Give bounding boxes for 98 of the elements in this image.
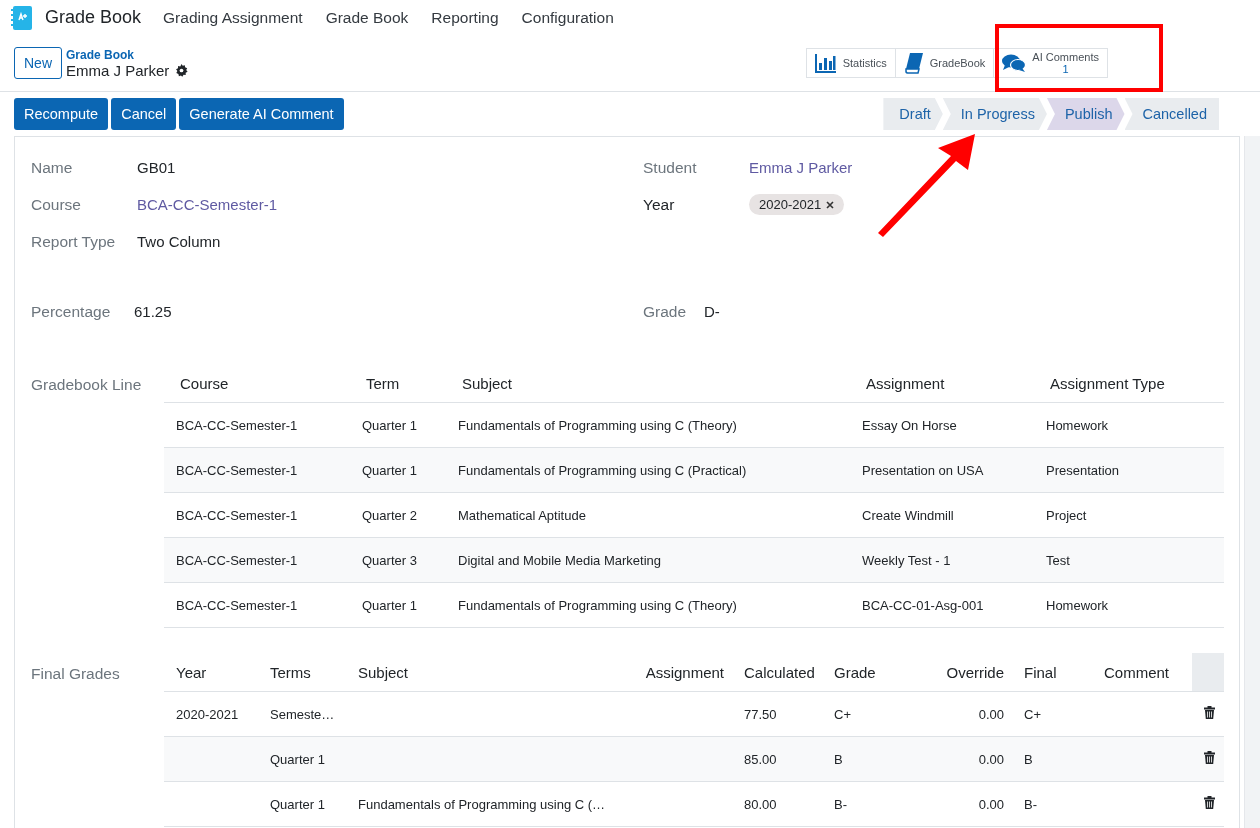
- table-cell: Semeste…: [258, 691, 346, 737]
- table-cell: Presentation: [1034, 447, 1224, 493]
- column-header[interactable]: Assignment Type: [1034, 364, 1224, 403]
- table-cell: Quarter 1: [350, 447, 446, 493]
- scrollbar[interactable]: [1244, 136, 1260, 828]
- menu-item[interactable]: Reporting: [431, 8, 499, 27]
- column-header[interactable]: Subject: [446, 364, 850, 403]
- field-value: GB01: [137, 159, 176, 176]
- table-cell: Homework: [1034, 402, 1224, 448]
- table-cell: 0.00: [922, 736, 1012, 782]
- table-cell: Fundamentals of Programming using C (…: [346, 781, 632, 827]
- table-cell: Test: [1034, 537, 1224, 583]
- column-header[interactable]: Subject: [346, 653, 632, 692]
- table-cell: Homework: [1034, 582, 1224, 628]
- field-link[interactable]: BCA-CC-Semester-1: [137, 196, 278, 213]
- table-cell: 85.00: [732, 736, 822, 782]
- table-cell: BCA-CC-01-Asg-001: [850, 582, 1034, 628]
- table-cell: C+: [822, 691, 922, 737]
- column-header[interactable]: Assignment: [632, 653, 732, 692]
- table-cell: B: [822, 736, 922, 782]
- column-header[interactable]: Assignment: [850, 364, 1034, 403]
- table-cell: Essay On Horse: [850, 402, 1034, 448]
- table-cell: Quarter 1: [258, 781, 346, 827]
- column-header[interactable]: Final: [1012, 653, 1092, 692]
- status-stage[interactable]: Publish: [1046, 98, 1125, 130]
- column-header[interactable]: Terms: [258, 653, 346, 692]
- field-value: 61.25: [134, 303, 172, 320]
- table-cell: 77.50: [732, 691, 822, 737]
- smart-button[interactable]: GradeBook: [894, 48, 995, 78]
- table-cell: Fundamentals of Programming using C (Theory): [446, 402, 850, 448]
- table-cell: BCA-CC-Semester-1: [164, 447, 350, 493]
- table-cell: 2020-2021: [164, 691, 258, 737]
- status-stage[interactable]: Draft: [883, 98, 943, 130]
- table-cell: Quarter 1: [350, 582, 446, 628]
- field-label: Name: [31, 158, 74, 177]
- field-value: Two Column: [137, 233, 221, 250]
- remove-icon[interactable]: [826, 200, 835, 209]
- menu-item[interactable]: Configuration: [521, 8, 614, 27]
- field-label: Report Type: [31, 232, 117, 251]
- table-cell: BCA-CC-Semester-1: [164, 582, 350, 628]
- field-label: Course: [31, 195, 82, 214]
- field-label: Grade: [643, 302, 688, 321]
- table-cell: Weekly Test - 1: [850, 537, 1034, 583]
- status-stage[interactable]: Cancelled: [1124, 98, 1219, 130]
- table-cell: Fundamentals of Programming using C (Practical): [446, 447, 850, 493]
- trash-icon[interactable]: [1204, 706, 1215, 719]
- field-label: Percentage: [31, 302, 112, 321]
- smart-button[interactable]: Statistics: [805, 48, 896, 78]
- table-cell: Create Windmill: [850, 492, 1034, 538]
- column-header[interactable]: Calculated: [732, 653, 822, 692]
- column-header[interactable]: Term: [350, 364, 446, 403]
- bar-chart-icon: [814, 53, 837, 73]
- field-label: Year: [643, 195, 676, 214]
- table-cell: Quarter 1: [350, 402, 446, 448]
- column-header[interactable]: Course: [164, 364, 350, 403]
- menu-item[interactable]: Grade Book: [325, 8, 409, 27]
- table-cell: B: [1012, 736, 1092, 782]
- breadcrumb-link[interactable]: Grade Book: [66, 47, 189, 62]
- table-cell: BCA-CC-Semester-1: [164, 537, 350, 583]
- table-cell: B-: [1012, 781, 1092, 827]
- app-title[interactable]: Grade Book: [45, 7, 142, 28]
- table-cell: Fundamentals of Programming using C (Theory): [446, 582, 850, 628]
- field-link[interactable]: Emma J Parker: [749, 159, 853, 176]
- table-cell: Presentation on USA: [850, 447, 1034, 493]
- table-cell: Quarter 3: [350, 537, 446, 583]
- book-icon: [903, 52, 924, 74]
- trash-icon[interactable]: [1204, 751, 1215, 764]
- settings-icon[interactable]: [175, 63, 189, 77]
- field-label: Student: [643, 158, 698, 177]
- action-button[interactable]: Cancel: [111, 98, 177, 130]
- table-cell: C+: [1012, 691, 1092, 737]
- menu-item[interactable]: Grading Assignment: [163, 8, 303, 27]
- table-cell: Quarter 1: [258, 736, 346, 782]
- table-cell: Mathematical Aptitude: [446, 492, 850, 538]
- table-cell: 0.00: [922, 781, 1012, 827]
- action-button[interactable]: Generate AI Comment: [179, 98, 344, 130]
- column-header[interactable]: Grade: [822, 653, 922, 692]
- new-button[interactable]: New: [14, 47, 62, 79]
- smart-button[interactable]: AI Comments 1: [993, 48, 1108, 78]
- action-button[interactable]: Recompute: [14, 98, 109, 130]
- field-value: D-: [704, 303, 720, 320]
- table-cell: Digital and Mobile Media Marketing: [446, 537, 850, 583]
- chat-bubbles-icon: [1002, 53, 1027, 73]
- table-cell: BCA-CC-Semester-1: [164, 492, 350, 538]
- column-header[interactable]: Year: [164, 653, 258, 692]
- table-cell: BCA-CC-Semester-1: [164, 402, 350, 448]
- section-label: Gradebook Line: [31, 375, 143, 395]
- column-header[interactable]: Override: [922, 653, 1012, 692]
- status-stage[interactable]: In Progress: [942, 98, 1047, 130]
- record-title: Emma J Parker: [66, 61, 170, 79]
- section-label: Final Grades: [31, 664, 121, 684]
- trash-icon[interactable]: [1204, 796, 1215, 809]
- table-cell: B-: [822, 781, 922, 827]
- table-cell: Quarter 2: [350, 492, 446, 538]
- table-cell: 80.00: [732, 781, 822, 827]
- year-tag: 2020-2021: [749, 194, 845, 215]
- table-cell: Project: [1034, 492, 1224, 538]
- table-cell: 0.00: [922, 691, 1012, 737]
